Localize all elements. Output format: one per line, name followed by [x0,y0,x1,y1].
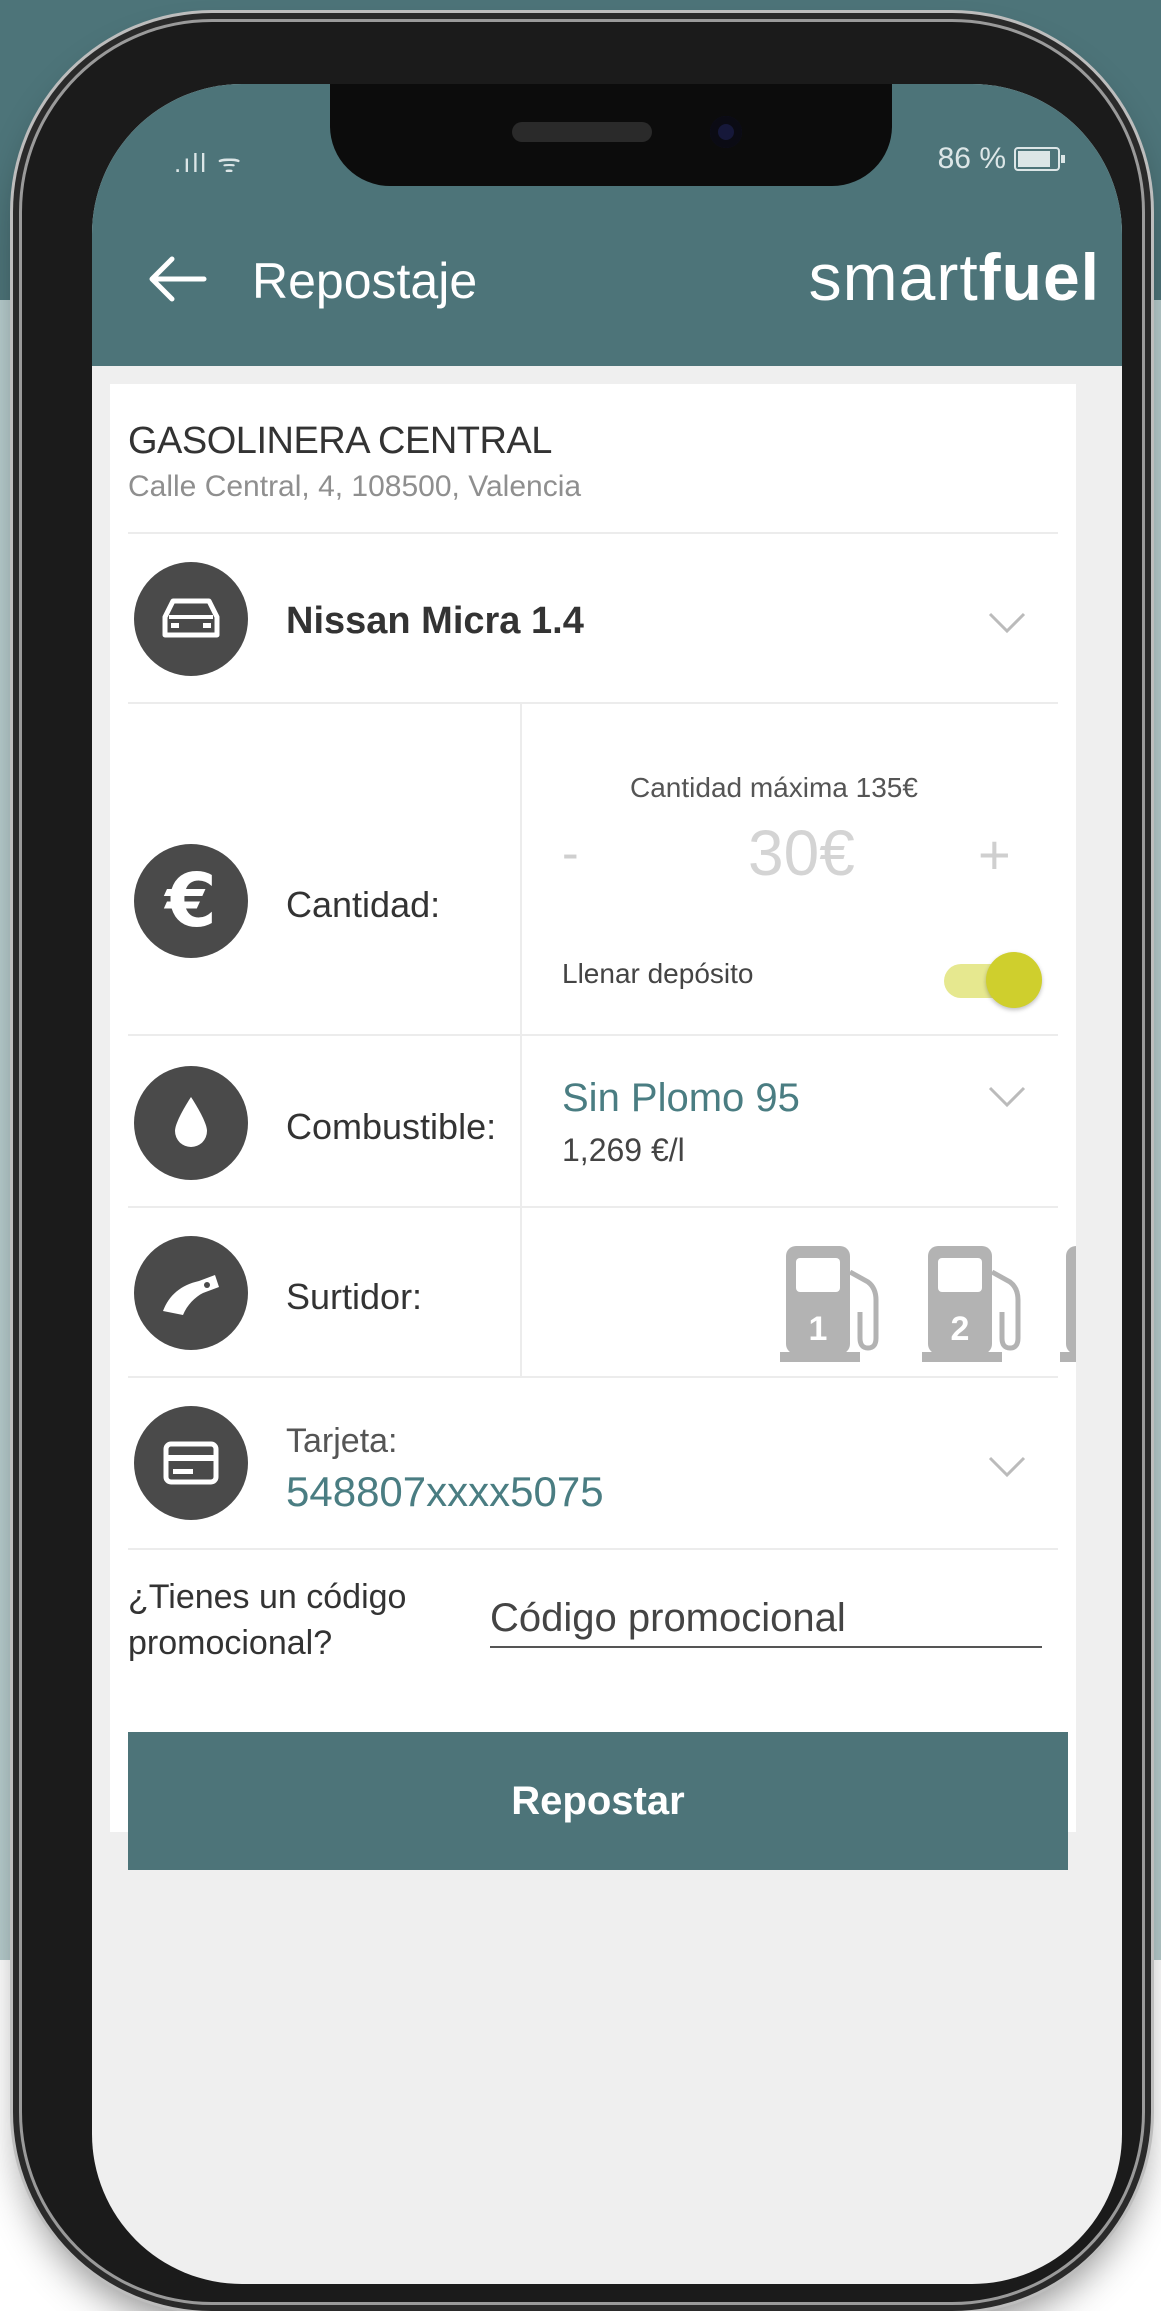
increase-quantity-button[interactable]: + [978,822,1011,887]
vehicle-name: Nissan Micra 1.4 [286,600,584,642]
phone-screen: .ıll ᯤ 86 % Repostaje smartfuel GASOLINE… [92,84,1122,2284]
fuel-type: Sin Plomo 95 [562,1076,800,1120]
promo-code-input[interactable] [490,1590,1042,1648]
fuel-nozzle-icon [134,1236,248,1350]
decrease-quantity-button[interactable]: - [562,824,579,882]
earpiece-speaker [512,122,652,142]
divider [128,1548,1058,1550]
chevron-down-icon [988,1086,1026,1108]
promo-question: ¿Tienes un código promocional? [128,1578,407,1662]
toggle-knob [986,952,1042,1008]
back-arrow-icon[interactable] [142,254,212,304]
quantity-value[interactable]: 30€ [748,816,855,890]
payment-card-label: Tarjeta: [286,1422,398,1460]
pump-3-button[interactable] [1060,1242,1076,1366]
signal-wifi-icon: .ıll ᯤ [174,148,243,178]
drop-icon [134,1066,248,1180]
pump-2-number: 2 [951,1310,970,1348]
euro-icon: € [134,844,248,958]
pump-label: Surtidor: [286,1276,423,1317]
fuel-label: Combustible: [286,1106,497,1147]
station-address: Calle Central, 4, 108500, Valencia [128,470,582,503]
pump-2-button[interactable]: 2 [922,1242,1032,1366]
phone-frame: .ıll ᯤ 86 % Repostaje smartfuel GASOLINE… [22,22,1142,2302]
front-camera [710,116,742,148]
brand-logo-light: smart [808,240,979,314]
battery-status: 86 % [937,142,1065,176]
quantity-label: Cantidad: [286,884,441,925]
max-quantity: Cantidad máxima 135€ [630,772,918,803]
refuel-button[interactable]: Repostar [128,1732,1068,1870]
column-divider [520,702,522,1376]
battery-icon [1014,147,1065,171]
chevron-down-icon [988,612,1026,634]
brand-logo: smartfuel [809,239,1100,315]
payment-card-number: 548807xxxx5075 [286,1468,604,1515]
chevron-down-icon [988,1456,1026,1478]
divider [128,532,1058,534]
divider [128,1034,1058,1036]
refuel-card: GASOLINERA CENTRAL Calle Central, 4, 108… [110,384,1076,1870]
divider [128,1376,1058,1378]
credit-card-icon [134,1406,248,1520]
pump-1-number: 1 [809,1310,828,1348]
fuel-price: 1,269 €/l [562,1132,685,1168]
station-name: GASOLINERA CENTRAL [128,420,552,462]
brand-logo-bold: fuel [978,240,1100,314]
fill-tank-label: Llenar depósito [562,958,754,989]
car-icon [134,562,248,676]
divider [128,702,1058,704]
battery-percentage: 86 % [937,142,1006,175]
divider [128,1206,1058,1208]
pump-1-button[interactable]: 1 [780,1242,890,1366]
page-title: Repostaje [252,253,478,309]
